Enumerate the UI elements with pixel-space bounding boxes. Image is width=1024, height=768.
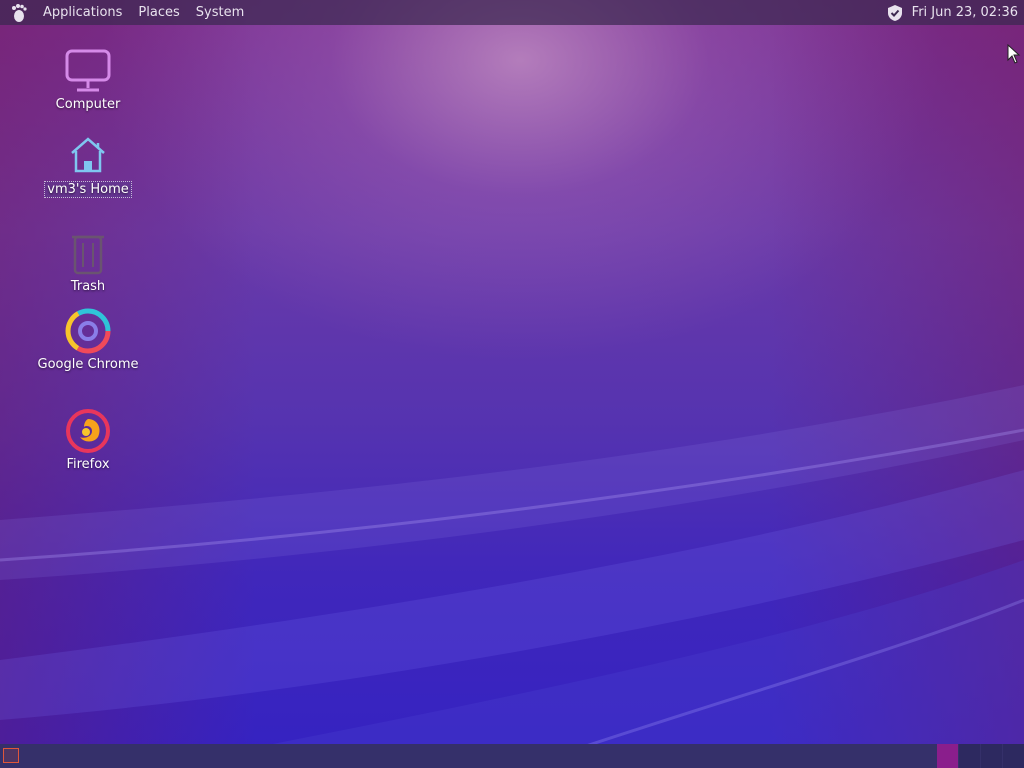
desktop-icon-chrome[interactable]: Google Chrome (33, 307, 143, 372)
home-folder-icon (64, 131, 112, 179)
trash-icon (64, 229, 112, 277)
workspace-4[interactable] (1003, 744, 1024, 768)
mouse-pointer-icon (1007, 43, 1021, 68)
desktop-icon-label: Computer (55, 97, 121, 112)
workspace-1[interactable] (937, 744, 958, 768)
desktop-wallpaper (0, 0, 1024, 768)
desktop-icon-label: Google Chrome (37, 357, 139, 372)
desktop-icon-trash[interactable]: Trash (33, 229, 143, 294)
desktop-icon-computer[interactable]: Computer (33, 47, 143, 112)
bottom-panel (0, 744, 1024, 768)
menu-system[interactable]: System (188, 0, 252, 25)
monitor-icon (64, 47, 112, 95)
top-panel: Applications Places System Fri Jun 23, 0… (0, 0, 1024, 25)
menu-applications[interactable]: Applications (35, 0, 130, 25)
desktop-icon-label: Firefox (66, 457, 110, 472)
desktop-icon-firefox[interactable]: Firefox (33, 407, 143, 472)
panel-tray: Fri Jun 23, 02:36 (886, 0, 1024, 25)
desktop-icon-home[interactable]: vm3's Home (33, 131, 143, 198)
shield-check-icon[interactable] (886, 4, 904, 22)
workspace-switcher (936, 744, 1024, 768)
menu-places[interactable]: Places (130, 0, 187, 25)
desktop-icon-label: Trash (70, 279, 106, 294)
firefox-icon (64, 407, 112, 455)
gnome-foot-icon[interactable] (9, 3, 29, 23)
chrome-icon (64, 307, 112, 355)
clock[interactable]: Fri Jun 23, 02:36 (904, 0, 1024, 25)
workspace-3[interactable] (981, 744, 1002, 768)
show-desktop-icon[interactable] (3, 748, 19, 763)
workspace-2[interactable] (959, 744, 980, 768)
wallpaper-waves (0, 385, 1024, 768)
desktop-icon-label: vm3's Home (44, 181, 132, 198)
